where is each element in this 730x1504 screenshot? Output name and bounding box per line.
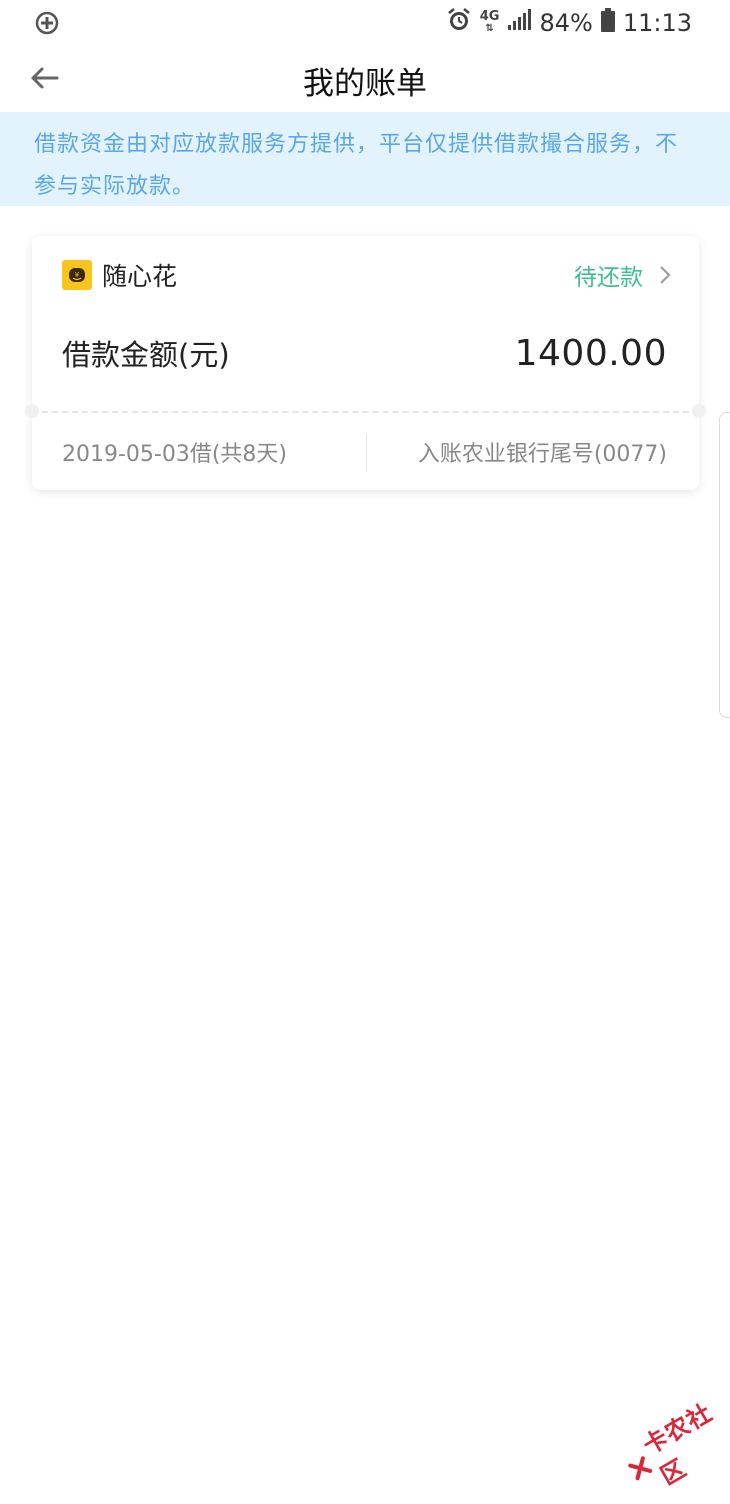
clock: 11:13 — [622, 9, 692, 37]
app-notification-icon — [34, 10, 60, 36]
notice-banner: 借款资金由对应放款服务方提供，平台仅提供借款撮合服务，不参与实际放款。 — [0, 112, 730, 206]
loan-card[interactable]: ¥ 随心花 待还款 借款金额(元) 1400.00 2019-05-03借(共8… — [25, 236, 706, 490]
card-header: ¥ 随心花 待还款 — [62, 258, 671, 292]
notice-text: 借款资金由对应放款服务方提供，平台仅提供借款撮合服务，不参与实际放款。 — [34, 132, 679, 199]
card-footer: 2019-05-03借(共8天) 入账农业银行尾号(0077) — [62, 432, 667, 472]
signal-icon — [507, 9, 532, 37]
alarm-icon — [446, 7, 472, 39]
side-floating-tab[interactable] — [719, 412, 730, 718]
vertical-divider — [366, 434, 367, 472]
page-title: 我的账单 — [303, 66, 427, 102]
chevron-right-icon — [660, 266, 671, 284]
watermark: 卡农社区 — [614, 1390, 730, 1504]
product-name: 随心花 — [102, 262, 178, 291]
nav-bar: 我的账单 — [0, 46, 730, 112]
network-indicator: 4G ⇅ — [479, 9, 500, 34]
product-logo-icon: ¥ — [62, 260, 92, 290]
status-bar: 4G ⇅ 84% 11:13 — [0, 0, 730, 46]
loan-status: 待还款 — [574, 265, 643, 291]
amount-row: 借款金额(元) 1400.00 — [62, 332, 667, 374]
network-type: 4G — [479, 9, 500, 24]
battery-percent: 84% — [539, 9, 593, 37]
card-notch-left — [25, 404, 39, 418]
bank-info: 入账农业银行尾号(0077) — [417, 442, 667, 467]
status-link[interactable]: 待还款 — [574, 258, 671, 292]
svg-text:¥: ¥ — [75, 271, 80, 279]
loan-date: 2019-05-03借(共8天) — [62, 442, 288, 467]
card-notch-right — [692, 404, 706, 418]
amount-label: 借款金额(元) — [62, 338, 230, 372]
dashed-divider — [32, 411, 699, 413]
amount-value: 1400.00 — [514, 332, 667, 374]
battery-icon — [600, 8, 615, 38]
